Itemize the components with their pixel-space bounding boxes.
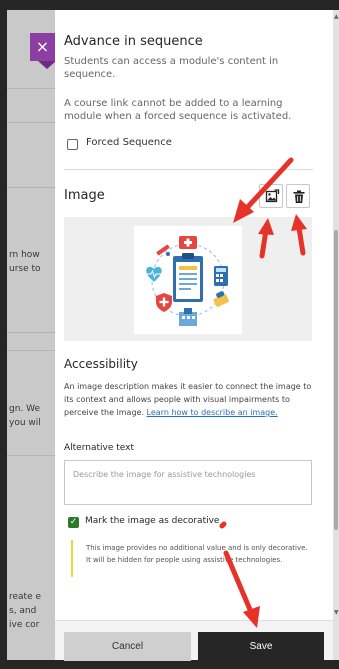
accessibility-description: An image description makes it easier to … <box>64 380 314 419</box>
decorative-label[interactable]: Mark the image as decorative <box>85 516 219 526</box>
scroll-down-icon[interactable]: ▼ <box>334 609 339 616</box>
replace-image-button[interactable] <box>259 184 283 208</box>
scrollbar-thumb[interactable] <box>334 230 338 530</box>
scroll-up-icon[interactable]: ▲ <box>334 13 339 20</box>
close-panel-button[interactable]: × <box>30 33 56 69</box>
forced-sequence-label[interactable]: Forced Sequence <box>86 137 172 148</box>
alt-text-label: Alternative text <box>64 443 135 453</box>
delete-image-button[interactable] <box>286 184 310 208</box>
forced-sequence-checkbox[interactable] <box>67 139 78 150</box>
image-section-title: Image <box>64 188 105 203</box>
medical-clipboard-illustration <box>146 236 229 326</box>
decorative-note: This image provides no additional value … <box>86 544 308 564</box>
checkmark-icon: ✓ <box>69 517 78 527</box>
advance-sequence-title: Advance in sequence <box>64 34 203 49</box>
forced-sequence-warning: A course link cannot be added to a learn… <box>64 98 292 122</box>
decorative-checkbox[interactable]: ✓ <box>68 517 79 528</box>
save-button[interactable]: Save <box>198 632 324 661</box>
describe-image-link[interactable]: Learn how to describe an image. <box>147 408 278 417</box>
cancel-button[interactable]: Cancel <box>64 632 191 661</box>
trash-icon <box>293 190 305 203</box>
image-preview[interactable] <box>134 226 242 334</box>
note-accent-bar <box>71 540 73 577</box>
close-icon: × <box>35 37 50 56</box>
section-divider <box>64 169 313 170</box>
screenshot-frame: rn how urse to gn. We you wil reate e s,… <box>0 0 339 669</box>
alt-text-input[interactable] <box>64 460 312 505</box>
image-replace-icon <box>265 189 280 203</box>
accessibility-title: Accessibility <box>64 357 138 371</box>
advance-sequence-description: Students can access a module's content i… <box>64 56 279 80</box>
background-dim <box>7 10 57 660</box>
